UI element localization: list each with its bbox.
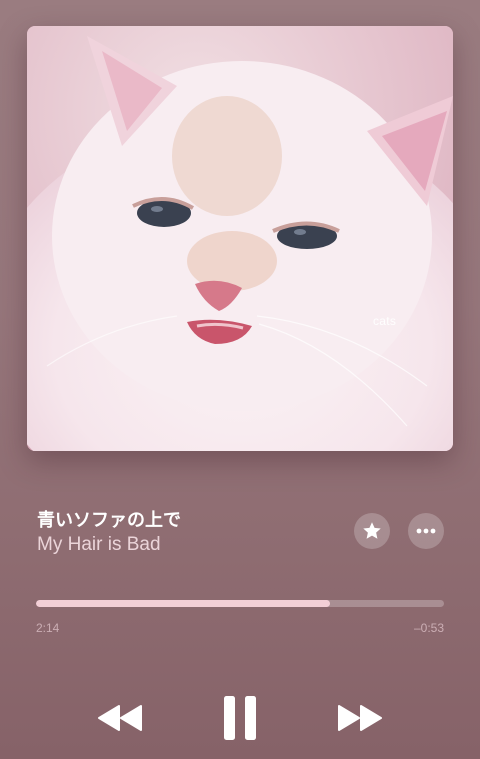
pause-icon — [224, 696, 256, 740]
playback-scrubber[interactable] — [36, 600, 444, 607]
track-title: 青いソファの上で — [37, 510, 181, 531]
star-icon — [363, 522, 381, 539]
rewind-icon — [98, 705, 142, 731]
playback-progress-fill — [36, 600, 330, 607]
album-artwork: cats — [27, 26, 453, 451]
fast-forward-icon — [338, 705, 382, 731]
more-options-button[interactable] — [408, 513, 444, 549]
ellipsis-icon — [416, 528, 436, 534]
artwork-caption: cats — [373, 314, 397, 328]
rewind-button[interactable] — [96, 700, 144, 736]
elapsed-time: 2:14 — [36, 621, 60, 635]
cat-illustration — [27, 26, 453, 451]
fast-forward-button[interactable] — [336, 700, 384, 736]
remaining-time: –0:53 — [413, 621, 444, 635]
pause-button[interactable] — [220, 694, 260, 742]
favorite-button[interactable] — [354, 513, 390, 549]
track-artist[interactable]: My Hair is Bad — [37, 534, 161, 556]
